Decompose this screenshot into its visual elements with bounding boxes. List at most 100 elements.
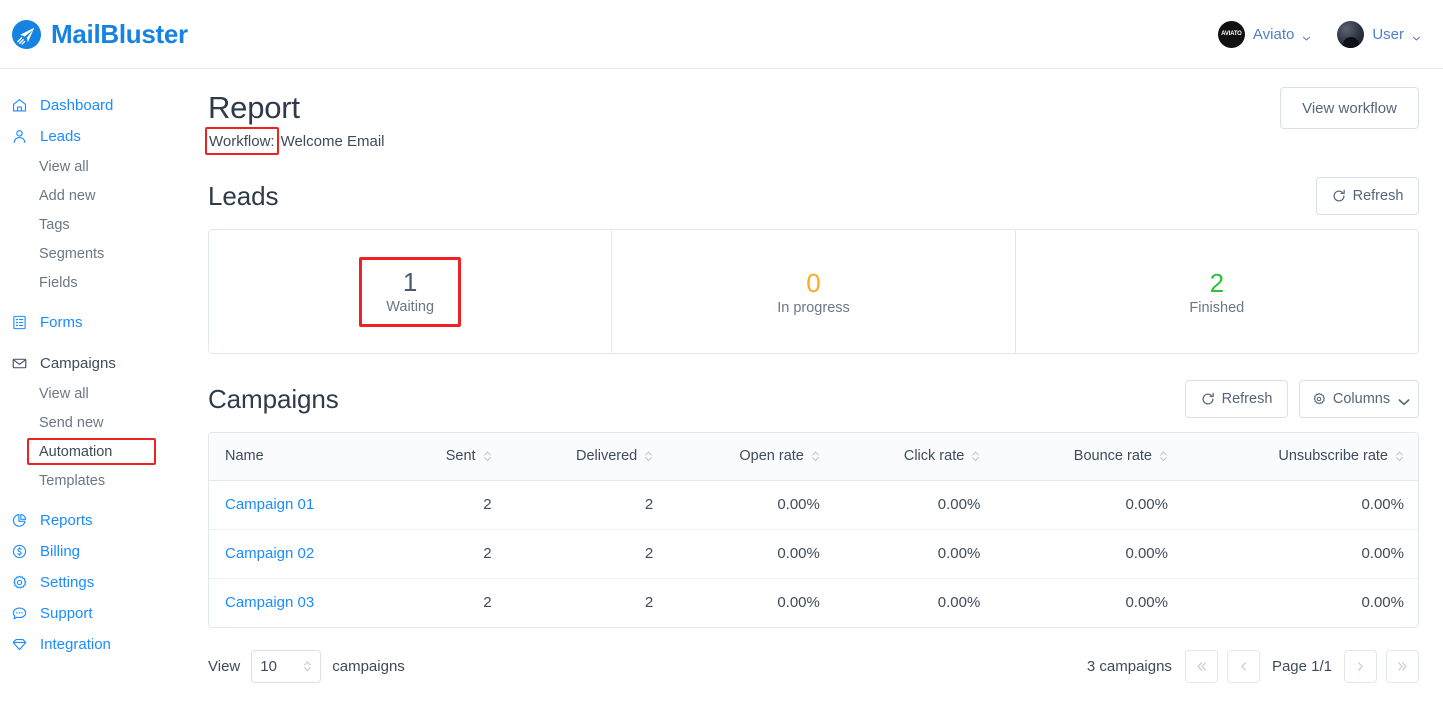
sidebar-spacer bbox=[0, 495, 200, 505]
account-switcher-aviato[interactable]: AVIATO Aviato bbox=[1218, 21, 1311, 48]
brand[interactable]: MailBluster bbox=[11, 19, 188, 50]
view-workflow-button[interactable]: View workflow bbox=[1280, 87, 1419, 129]
sidebar-item-settings[interactable]: Settings bbox=[0, 567, 200, 598]
sidebar-item-dashboard[interactable]: Dashboard bbox=[0, 90, 200, 121]
sidebar-item-leads[interactable]: Leads bbox=[0, 121, 200, 152]
sidebar-item-integration[interactable]: Integration bbox=[0, 629, 200, 660]
sidebar-item-leads-add-new[interactable]: Add new bbox=[0, 181, 200, 210]
cell-unsubscribe-rate: 0.00% bbox=[1182, 529, 1418, 578]
column-header-label: Unsubscribe rate bbox=[1278, 448, 1388, 464]
column-header-label: Delivered bbox=[576, 448, 637, 464]
stat-finished-label: Finished bbox=[1189, 300, 1244, 316]
sidebar-item-campaigns-send-new[interactable]: Send new bbox=[0, 408, 200, 437]
leads-actions: Refresh bbox=[1316, 177, 1419, 215]
sidebar-item-reports[interactable]: Reports bbox=[0, 505, 200, 536]
last-page-button[interactable] bbox=[1386, 650, 1419, 683]
column-header-click-rate[interactable]: Click rate bbox=[834, 433, 994, 480]
stat-waiting-label: Waiting bbox=[386, 299, 434, 315]
sort-icon bbox=[483, 450, 492, 463]
sidebar-sub-label: Automation bbox=[39, 444, 112, 460]
sidebar-item-support[interactable]: Support bbox=[0, 598, 200, 629]
campaigns-title: Campaigns bbox=[208, 384, 339, 415]
avatar-aviato: AVIATO bbox=[1218, 21, 1245, 48]
chevron-down-icon bbox=[1302, 30, 1311, 39]
column-header-name[interactable]: Name bbox=[209, 433, 392, 480]
paper-plane-circle-icon bbox=[11, 19, 42, 50]
cell-click-rate: 0.00% bbox=[834, 529, 994, 578]
envelope-icon bbox=[10, 354, 29, 373]
stat-in-progress[interactable]: 0 In progress bbox=[612, 230, 1015, 353]
sidebar-sub-label: Add new bbox=[39, 188, 95, 204]
main-content: Report Workflow: Welcome Email View work… bbox=[200, 69, 1443, 711]
cell-open-rate: 0.00% bbox=[667, 529, 834, 578]
column-header-sent[interactable]: Sent bbox=[392, 433, 505, 480]
sort-icon bbox=[971, 450, 980, 463]
page-size-value: 10 bbox=[260, 658, 277, 675]
cell-delivered: 2 bbox=[506, 578, 668, 627]
table-row: Campaign 01 2 2 0.00% 0.00% 0.00% 0.00% bbox=[209, 480, 1418, 529]
sidebar-item-leads-segments[interactable]: Segments bbox=[0, 239, 200, 268]
sidebar-item-leads-tags[interactable]: Tags bbox=[0, 210, 200, 239]
sidebar: Dashboard Leads View all Add new Tags Se… bbox=[0, 69, 200, 711]
stat-in-progress-value: 0 bbox=[806, 267, 820, 299]
sort-icon bbox=[644, 450, 653, 463]
table-body: Campaign 01 2 2 0.00% 0.00% 0.00% 0.00% … bbox=[209, 480, 1418, 627]
sidebar-item-campaigns-automation[interactable]: Automation bbox=[0, 437, 200, 466]
first-page-button[interactable] bbox=[1185, 650, 1218, 683]
stepper-updown-icon bbox=[303, 660, 312, 673]
sidebar-item-leads-fields[interactable]: Fields bbox=[0, 268, 200, 297]
unit-label: campaigns bbox=[332, 658, 405, 675]
previous-page-button[interactable] bbox=[1227, 650, 1260, 683]
stat-waiting[interactable]: 1 Waiting bbox=[209, 230, 612, 353]
page-size-stepper[interactable]: 10 bbox=[251, 650, 321, 683]
columns-button[interactable]: Columns bbox=[1299, 380, 1419, 418]
sidebar-item-label: Leads bbox=[40, 128, 81, 145]
sidebar-item-label: Dashboard bbox=[40, 97, 113, 114]
leads-refresh-button[interactable]: Refresh bbox=[1316, 177, 1419, 215]
cell-unsubscribe-rate: 0.00% bbox=[1182, 578, 1418, 627]
cell-delivered: 2 bbox=[506, 529, 668, 578]
user-menu[interactable]: User bbox=[1337, 21, 1421, 48]
sidebar-item-campaigns-view-all[interactable]: View all bbox=[0, 379, 200, 408]
gear-icon bbox=[1312, 392, 1326, 406]
sidebar-item-label: Settings bbox=[40, 574, 94, 591]
campaigns-table-wrapper: Name Sent Delivered bbox=[208, 432, 1419, 628]
campaign-link[interactable]: Campaign 01 bbox=[225, 496, 314, 513]
column-header-delivered[interactable]: Delivered bbox=[506, 433, 668, 480]
sidebar-item-label: Support bbox=[40, 605, 93, 622]
column-header-unsubscribe-rate[interactable]: Unsubscribe rate bbox=[1182, 433, 1418, 480]
sidebar-item-campaigns-templates[interactable]: Templates bbox=[0, 466, 200, 495]
sidebar-spacer bbox=[0, 338, 200, 348]
sidebar-item-label: Forms bbox=[40, 314, 83, 331]
sidebar-item-label: Reports bbox=[40, 512, 93, 529]
column-header-label: Name bbox=[225, 448, 264, 464]
refresh-icon bbox=[1332, 189, 1346, 203]
user-menu-label: User bbox=[1372, 26, 1404, 43]
stat-finished[interactable]: 2 Finished bbox=[1016, 230, 1418, 353]
sidebar-item-forms[interactable]: Forms bbox=[0, 307, 200, 338]
chevron-left-icon bbox=[1237, 660, 1250, 673]
sidebar-item-billing[interactable]: Billing bbox=[0, 536, 200, 567]
campaign-link[interactable]: Campaign 03 bbox=[225, 594, 314, 611]
cell-open-rate: 0.00% bbox=[667, 578, 834, 627]
sort-icon bbox=[811, 450, 820, 463]
sidebar-item-leads-view-all[interactable]: View all bbox=[0, 152, 200, 181]
table-head: Name Sent Delivered bbox=[209, 433, 1418, 480]
chat-bubble-icon bbox=[10, 604, 29, 623]
leads-title: Leads bbox=[208, 181, 278, 212]
table-footer: View 10 campaigns 3 campaigns Page 1/1 bbox=[208, 650, 1419, 683]
campaigns-refresh-label: Refresh bbox=[1222, 391, 1273, 407]
user-icon bbox=[10, 127, 29, 146]
column-header-bounce-rate[interactable]: Bounce rate bbox=[994, 433, 1182, 480]
sort-icon bbox=[1395, 450, 1404, 463]
campaign-link[interactable]: Campaign 02 bbox=[225, 545, 314, 562]
cell-click-rate: 0.00% bbox=[834, 480, 994, 529]
column-header-open-rate[interactable]: Open rate bbox=[667, 433, 834, 480]
leads-stats: 1 Waiting 0 In progress 2 Finished bbox=[208, 229, 1419, 354]
table-row: Campaign 02 2 2 0.00% 0.00% 0.00% 0.00% bbox=[209, 529, 1418, 578]
campaigns-refresh-button[interactable]: Refresh bbox=[1185, 380, 1288, 418]
sidebar-item-campaigns[interactable]: Campaigns bbox=[0, 348, 200, 379]
next-page-button[interactable] bbox=[1344, 650, 1377, 683]
table-header-row: Name Sent Delivered bbox=[209, 433, 1418, 480]
page-indicator: Page 1/1 bbox=[1269, 658, 1335, 675]
